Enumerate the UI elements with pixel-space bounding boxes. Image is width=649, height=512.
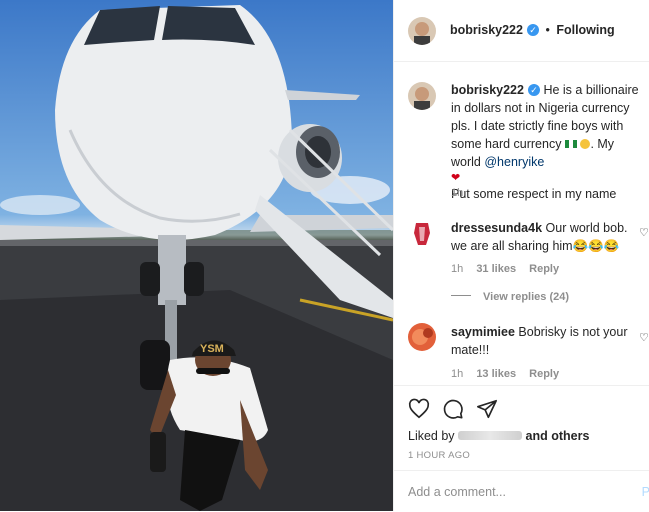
comment-text: dressesunda4k Our world bob. we are all … (451, 219, 641, 255)
comment-likes[interactable]: 13 likes (476, 368, 516, 380)
reply-button[interactable]: Reply (529, 368, 559, 380)
verified-badge-icon: ✓ (527, 84, 540, 96)
comment-text: saymimiee Bobrisky is not your mate!!! (451, 323, 641, 359)
caption-text: bobrisky222 ✓ He is a billionaire in doll… (451, 81, 641, 203)
comment-username[interactable]: dressesunda4k (451, 221, 542, 235)
post-actions-section: Liked by and others 1 HOUR AGO Add a com… (394, 385, 649, 511)
heart-icon[interactable] (408, 398, 430, 423)
header-username[interactable]: bobrisky222 (450, 23, 523, 37)
comment-meta: 1h 13 likes Reply (451, 368, 569, 380)
view-replies-label[interactable]: View replies (24) (483, 291, 569, 303)
comment-time[interactable]: 1h (451, 263, 463, 275)
comment-like-heart-icon[interactable]: ♡ (639, 331, 649, 344)
caption-line2: Put some respect in my name (451, 187, 617, 201)
comment-username[interactable]: saymimiee (451, 325, 515, 339)
caption-time[interactable]: 1h (451, 187, 463, 199)
following-button[interactable]: Following (556, 23, 614, 37)
header-avatar[interactable] (408, 17, 436, 45)
post-comment-button[interactable]: P (642, 485, 649, 499)
comment-meta: 1h 31 likes Reply (451, 263, 569, 275)
comment-likes[interactable]: 31 likes (476, 263, 516, 275)
add-comment-input[interactable]: Add a comment... (408, 485, 506, 499)
comment-like-heart-icon[interactable]: ♡ (639, 226, 649, 239)
caption-username[interactable]: bobrisky222 (451, 83, 524, 97)
add-comment-bar: Add a comment... P (394, 470, 649, 512)
header-user-line: bobrisky222 ✓ • Following (450, 23, 615, 37)
comment-avatar[interactable] (408, 219, 436, 247)
liked-by-others[interactable]: and others (526, 429, 590, 443)
post-header: bobrisky222 ✓ • Following (394, 0, 649, 62)
caption-avatar[interactable] (408, 82, 436, 110)
comment-avatar[interactable] (408, 323, 436, 351)
share-icon[interactable] (476, 398, 498, 423)
liked-by-prefix: Liked by (408, 429, 455, 443)
flag-emoji-icon (564, 140, 577, 148)
comment-time[interactable]: 1h (451, 368, 463, 380)
grin-emoji-icon (580, 139, 591, 149)
liked-by-user-blurred[interactable] (458, 431, 523, 440)
liked-by-line: Liked by and others (408, 429, 589, 443)
jet-scene-illustration: YSM (0, 5, 393, 511)
red-heart-emoji-icon: ❤ (451, 172, 461, 184)
verified-badge-icon: ✓ (526, 24, 539, 36)
comment-icon[interactable] (442, 398, 464, 423)
post-time-ago[interactable]: 1 HOUR AGO (408, 450, 470, 461)
cap-logo-text: YSM (200, 343, 224, 355)
replies-line (451, 295, 471, 296)
view-replies[interactable]: View replies (24) (451, 291, 579, 303)
post-details-panel: bobrisky222 ✓ • Following bobrisky222 ✓ He… (393, 0, 649, 511)
header-separator: • (545, 23, 550, 37)
mention-link[interactable]: @henryike (484, 155, 544, 169)
reply-button[interactable]: Reply (529, 263, 559, 275)
caption-meta: 1h (451, 187, 473, 199)
post-image[interactable]: YSM (0, 0, 393, 511)
